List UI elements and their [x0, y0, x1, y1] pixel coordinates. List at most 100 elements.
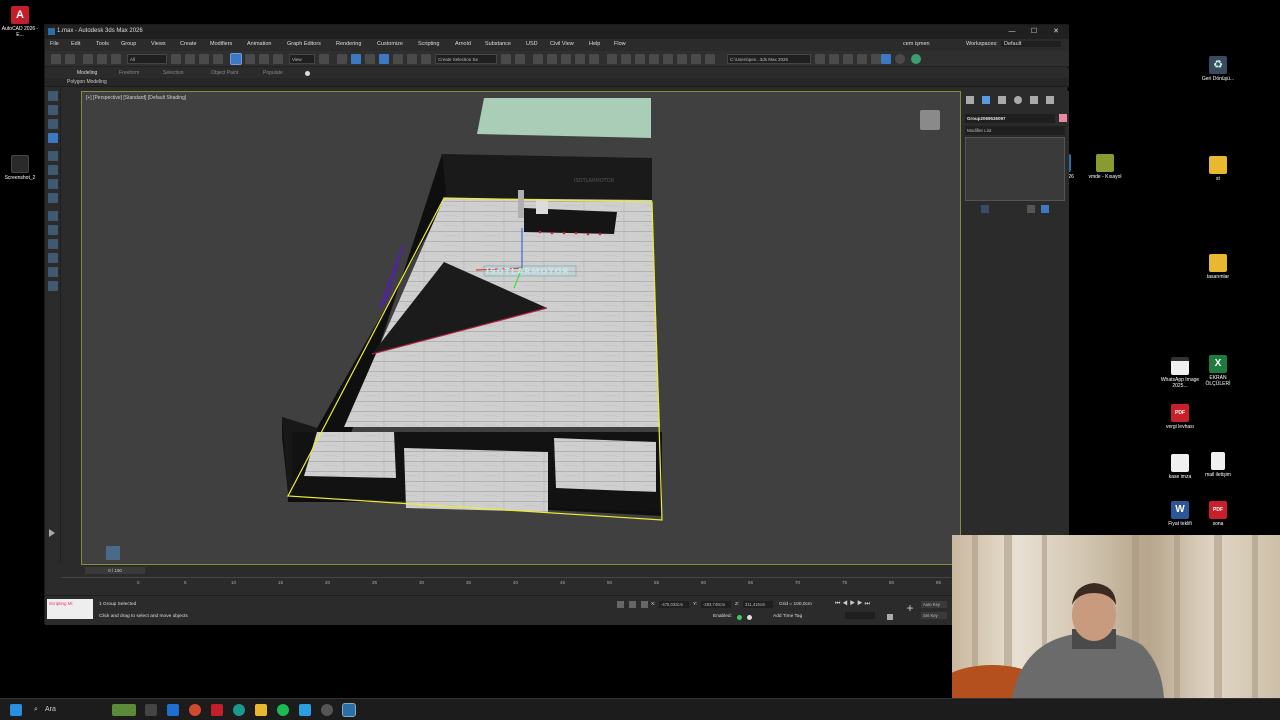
desktop-icon-ekran-olculeri[interactable]: X EKRAN ÖLÇÜLERİ [1198, 355, 1238, 387]
sync-icon[interactable] [911, 54, 921, 64]
desktop-icon-sona[interactable]: PDF sona [1198, 501, 1238, 527]
arnold-render-icon[interactable] [677, 54, 687, 64]
menu-create[interactable]: Create [180, 41, 197, 47]
select-and-rotate-icon[interactable] [245, 54, 255, 64]
widgets-icon[interactable] [112, 704, 136, 716]
tab-selection[interactable]: Selection [163, 70, 184, 76]
undo-icon[interactable] [51, 54, 61, 64]
adaptive-degradation-icon[interactable] [747, 615, 752, 620]
select-and-scale-icon[interactable] [259, 54, 269, 64]
asset-tracking-icon[interactable] [843, 54, 853, 64]
schematic-view-icon[interactable] [589, 54, 599, 64]
app-icon[interactable] [321, 704, 333, 716]
y-coordinate-field[interactable]: -263,748cm [701, 601, 731, 608]
selection-lock-icon[interactable] [629, 601, 636, 608]
autocad-taskbar-icon[interactable] [211, 704, 223, 716]
menu-animation[interactable]: Animation [247, 41, 271, 47]
open-a360-icon[interactable] [705, 54, 715, 64]
tool-icon[interactable] [48, 211, 58, 221]
layers-icon[interactable] [48, 105, 58, 115]
pivot-center-icon[interactable] [319, 54, 329, 64]
object-color-swatch[interactable] [1059, 114, 1067, 122]
file-explorer-icon[interactable] [255, 704, 267, 716]
select-and-place-icon[interactable] [273, 54, 283, 64]
curve-editor-icon[interactable] [575, 54, 585, 64]
tool-icon[interactable] [48, 225, 58, 235]
menu-substance[interactable]: Substance [485, 41, 511, 47]
ribbon-toggle-icon[interactable] [305, 71, 310, 76]
desktop-icon-mail-iletisim[interactable]: mail iletişim [1198, 452, 1238, 478]
select-and-move-icon[interactable] [230, 53, 242, 65]
ceiling-panel[interactable] [477, 98, 651, 138]
menu-graph-editors[interactable]: Graph Editors [287, 41, 321, 47]
select-manipulate-icon[interactable] [337, 54, 347, 64]
hierarchy-tab-icon[interactable] [998, 96, 1006, 104]
tool-icon[interactable] [48, 267, 58, 277]
isolate-selection-icon[interactable] [617, 601, 624, 608]
floor-block[interactable] [554, 438, 656, 492]
menu-arnold[interactable]: Arnold [455, 41, 471, 47]
toggle-ribbon-icon[interactable] [561, 54, 571, 64]
floor-block[interactable] [404, 448, 548, 512]
desktop-icon-whatsapp-image[interactable]: WhatsApp Image 2025... [1160, 357, 1200, 389]
object-name-field[interactable]: Group2069536097 [965, 114, 1055, 123]
material-editor-icon[interactable] [607, 54, 617, 64]
tab-modeling[interactable]: Modeling [77, 70, 97, 76]
maxscript-listener[interactable]: Scripting Mi [47, 599, 93, 619]
named-selection-set-field[interactable]: Create Selection Se [435, 54, 497, 64]
playback-controls[interactable]: ⏮◀▶▶⏭ [835, 601, 871, 609]
remove-modifier-icon[interactable] [1027, 205, 1035, 213]
desktop-icon-recycle-bin[interactable]: ♻ Geri Dönüşü... [1198, 56, 1238, 82]
tool-icon[interactable] [48, 239, 58, 249]
minimize-button[interactable]: — [1005, 27, 1019, 37]
edit-named-selection-icon[interactable] [421, 54, 431, 64]
render-setup-icon[interactable] [621, 54, 631, 64]
tab-populate[interactable]: Populate [263, 70, 283, 76]
project-path-field[interactable]: C:\Users\pes...3ds Max 2026 [727, 54, 811, 64]
time-slider[interactable]: 0 / 100 [85, 567, 145, 574]
percent-snap-icon[interactable] [393, 54, 403, 64]
menu-views[interactable]: Views [151, 41, 166, 47]
polygon-modeling-panel[interactable]: Polygon Modeling [67, 79, 107, 85]
menu-help[interactable]: Help [589, 41, 600, 47]
set-project-icon[interactable] [829, 54, 839, 64]
paint-icon[interactable] [48, 151, 58, 161]
render-in-cloud-icon[interactable] [663, 54, 673, 64]
modifier-list-dropdown[interactable]: Modifier List [965, 126, 1065, 135]
scene-explorer-icon[interactable] [48, 91, 58, 101]
keyboard-shortcut-override-icon[interactable] [351, 54, 361, 64]
selection-filter-dropdown[interactable]: All [127, 54, 167, 64]
unlink-icon[interactable] [97, 54, 107, 64]
browser-icon[interactable] [233, 704, 245, 716]
project-folder-icon[interactable] [815, 54, 825, 64]
z-coordinate-field[interactable]: 311,416cm [743, 601, 773, 608]
desktop-icon-tasarimlar[interactable]: tasarımlar [1198, 254, 1238, 280]
x-coordinate-field[interactable]: -475,033cm [659, 601, 689, 608]
time-configuration-icon[interactable] [887, 614, 893, 620]
desktop-icon-autocad[interactable]: A AutoCAD 2026 - E... [0, 6, 40, 38]
telegram-icon[interactable] [299, 704, 311, 716]
modifier-stack[interactable] [965, 137, 1065, 201]
menu-flow[interactable]: Flow [614, 41, 626, 47]
tool-icon[interactable] [48, 253, 58, 263]
start-button-icon[interactable] [10, 704, 22, 716]
current-frame-field[interactable] [845, 612, 875, 619]
spotify-icon[interactable] [277, 704, 289, 716]
add-time-tag[interactable]: Add Time Tag [773, 614, 802, 619]
auto-key-button[interactable]: Auto Key [921, 601, 947, 608]
rendered-frame-window-icon[interactable] [635, 54, 645, 64]
viewport-layouts-icon[interactable] [881, 54, 891, 64]
menu-modifiers[interactable]: Modifiers [210, 41, 232, 47]
desktop-icon-vmde[interactable]: vmde - Kısayol [1085, 154, 1125, 180]
enabled-status-icon[interactable] [737, 615, 742, 620]
transform-mode-icon[interactable] [641, 601, 648, 608]
utilities-tab-icon[interactable] [1046, 96, 1054, 104]
display-tab-icon[interactable] [1030, 96, 1038, 104]
selection-region-icon[interactable] [199, 54, 209, 64]
menu-tools[interactable]: Tools [96, 41, 109, 47]
task-view-icon[interactable] [145, 704, 157, 716]
freeze-icon[interactable] [48, 179, 58, 189]
menu-scripting[interactable]: Scripting [418, 41, 439, 47]
scene-converter-icon[interactable] [871, 54, 881, 64]
render-preset-icon[interactable] [691, 54, 701, 64]
